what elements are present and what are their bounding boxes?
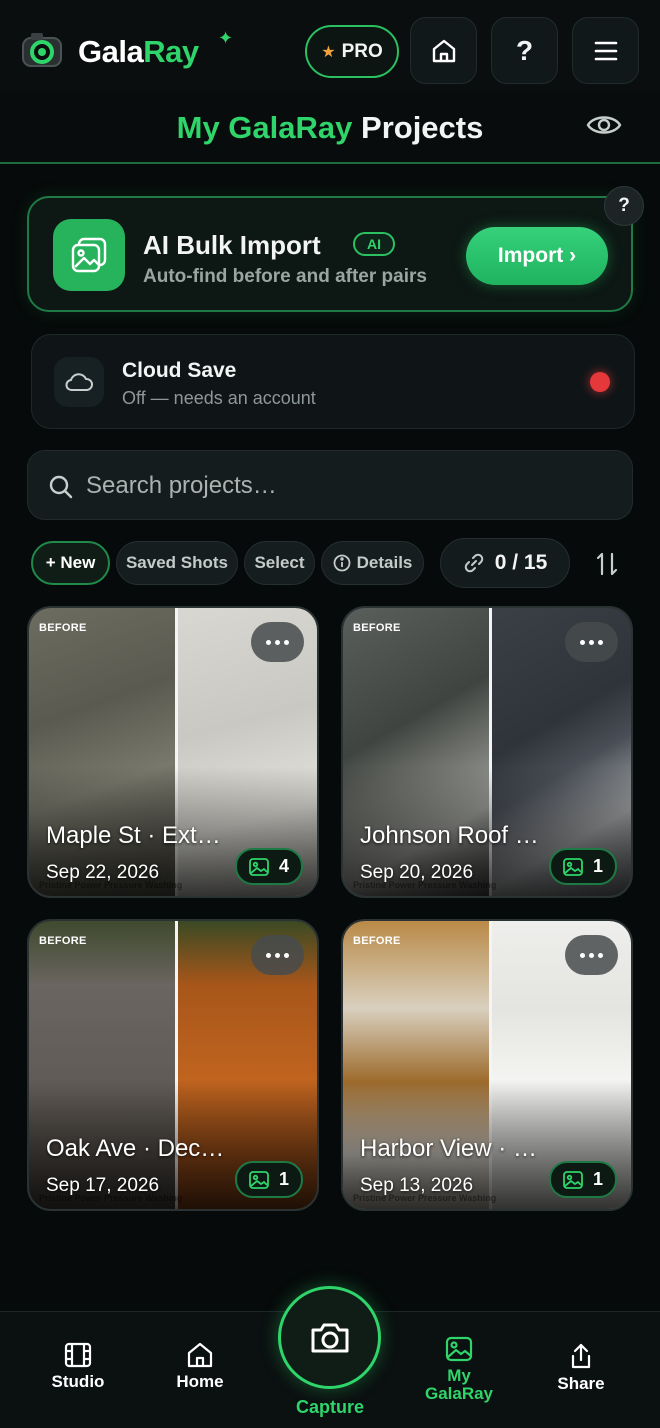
new-project-button[interactable]: + New	[31, 541, 110, 585]
cloud-save-card[interactable]: Cloud Save Off — needs an account	[31, 334, 635, 429]
ai-bulk-import-card: AI Bulk Import AI Auto-find before and a…	[27, 196, 633, 312]
nav-my-label-line2: GalaRay	[424, 1384, 494, 1403]
details-button[interactable]: Details	[321, 541, 424, 585]
project-card[interactable]: BEFORE Harbor View · … Sep 13, 2026 1 Pr…	[341, 919, 633, 1211]
photo-count: 1	[592, 1169, 603, 1189]
project-name: Harbor View · …	[360, 1135, 537, 1162]
home-icon	[187, 1342, 213, 1368]
eye-icon[interactable]	[586, 110, 622, 140]
photo-count-badge: 1	[549, 848, 617, 885]
select-button[interactable]: Select	[244, 541, 315, 585]
sort-icon[interactable]	[593, 550, 621, 578]
status-indicator	[590, 372, 610, 392]
hamburger-icon	[594, 41, 617, 60]
counter-value: 0 / 15	[494, 551, 548, 574]
watermark: Pristine Power Pressure Washing	[353, 880, 497, 890]
menu-button[interactable]	[572, 17, 639, 84]
nav-home-label: Home	[176, 1372, 224, 1391]
help-label: ?	[515, 34, 534, 66]
home-button[interactable]	[410, 17, 477, 84]
before-label: BEFORE	[353, 622, 401, 634]
project-name: Oak Ave · Dec…	[46, 1135, 225, 1162]
import-title: AI Bulk Import	[143, 230, 321, 260]
saved-shots-button[interactable]: Saved Shots	[116, 541, 238, 585]
image-icon	[249, 857, 269, 876]
nav-my-label-line1: My	[447, 1366, 471, 1385]
info-icon	[333, 554, 351, 572]
nav-home[interactable]: Home	[145, 1342, 255, 1392]
brand-name: GalaRay	[78, 34, 199, 70]
before-label: BEFORE	[39, 935, 87, 947]
home-icon	[432, 39, 455, 62]
watermark: Pristine Power Pressure Washing	[353, 1193, 497, 1203]
import-subtitle: Auto-find before and after pairs	[143, 266, 427, 287]
photo-count: 1	[592, 856, 603, 876]
link-icon	[464, 553, 483, 573]
pro-button[interactable]: ★ PRO	[305, 25, 399, 78]
photo-count-badge: 1	[549, 1161, 617, 1198]
link-counter[interactable]: 0 / 15	[440, 538, 570, 588]
ai-badge: AI	[353, 232, 395, 256]
details-label: Details	[356, 553, 413, 572]
search-icon	[49, 475, 73, 499]
more-options-button[interactable]	[565, 622, 618, 662]
page-title: My GalaRay Projects	[0, 110, 660, 146]
project-card[interactable]: BEFORE Maple St · Ext… Sep 22, 2026 4 Pr…	[27, 606, 319, 898]
capture-label: Capture	[295, 1397, 364, 1417]
more-options-button[interactable]	[565, 935, 618, 975]
search-input[interactable]	[86, 471, 606, 501]
project-name: Maple St · Ext…	[46, 822, 221, 849]
more-options-button[interactable]	[251, 935, 304, 975]
nav-share[interactable]: Share	[526, 1342, 636, 1394]
more-options-button[interactable]	[251, 622, 304, 662]
search-bar	[27, 450, 633, 520]
pro-label: PRO	[341, 40, 383, 62]
project-name: Johnson Roof …	[360, 822, 539, 849]
import-help-button[interactable]: ?	[604, 186, 644, 226]
photo-count-badge: 4	[235, 848, 303, 885]
nav-my-galaray[interactable]: My GalaRay	[404, 1336, 514, 1404]
sparkle-icon: ✦	[218, 28, 234, 48]
cloud-icon	[54, 357, 104, 407]
image-icon	[249, 1170, 269, 1189]
camera-icon	[311, 1323, 348, 1352]
project-card[interactable]: BEFORE Oak Ave · Dec… Sep 17, 2026 1 Pri…	[27, 919, 319, 1211]
brand-part-1: Gala	[78, 34, 144, 69]
image-icon	[563, 1170, 583, 1189]
page-title-part-2: Projects	[361, 110, 484, 145]
film-icon	[64, 1342, 92, 1368]
project-card[interactable]: BEFORE Johnson Roof … Sep 20, 2026 1 Pri…	[341, 606, 633, 898]
cloud-save-title: Cloud Save	[122, 359, 237, 382]
camera-logo-icon	[22, 32, 62, 68]
star-icon: ★	[321, 43, 336, 61]
capture-button[interactable]	[278, 1286, 381, 1389]
help-button[interactable]: ?	[491, 17, 558, 84]
watermark: Pristine Power Pressure Washing	[39, 1193, 183, 1203]
image-gallery-icon	[53, 219, 125, 291]
photo-count-badge: 1	[235, 1161, 303, 1198]
import-button[interactable]: Import ›	[466, 227, 608, 285]
nav-studio-label: Studio	[51, 1372, 105, 1391]
page-title-part-1: My GalaRay	[176, 110, 353, 145]
before-label: BEFORE	[353, 935, 401, 947]
image-icon	[563, 857, 583, 876]
nav-share-label: Share	[557, 1374, 605, 1393]
nav-studio[interactable]: Studio	[23, 1342, 133, 1392]
brand-part-2: Ray	[143, 34, 199, 69]
photo-count: 4	[278, 856, 289, 876]
photo-count: 1	[278, 1169, 289, 1189]
cloud-save-status: Off — needs an account	[122, 388, 316, 408]
gallery-icon	[445, 1336, 473, 1362]
watermark: Pristine Power Pressure Washing	[39, 880, 183, 890]
share-icon	[571, 1343, 591, 1369]
before-label: BEFORE	[39, 622, 87, 634]
